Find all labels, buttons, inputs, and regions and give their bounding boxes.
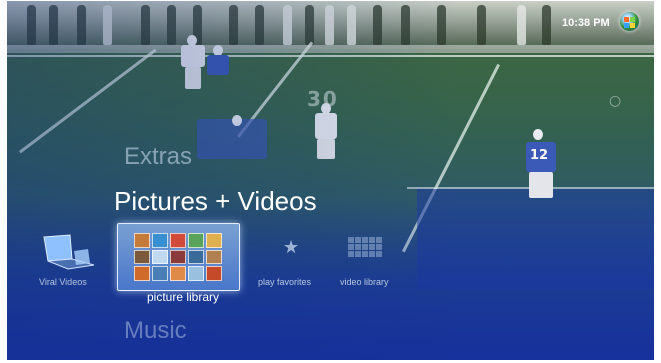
bottom-glow-overlay (7, 201, 654, 360)
menu-item-extras[interactable]: Extras (124, 143, 192, 171)
picture-library-label: picture library (147, 290, 220, 304)
picture-library-tile[interactable] (117, 223, 240, 291)
viral-videos-label: Viral Videos (39, 277, 87, 287)
video-library-label[interactable]: video library (340, 277, 389, 287)
menu-item-music[interactable]: Music (124, 317, 187, 345)
menu-item-pictures-videos[interactable]: Pictures + Videos (114, 186, 317, 217)
viral-videos-tile[interactable] (40, 233, 96, 271)
photo-grid-icon (134, 233, 222, 281)
laptop-icon (43, 234, 95, 270)
media-center-window: 30 ○ 12 10:38 PM Extras Pictures + Video… (7, 1, 654, 360)
windows-orb-icon[interactable] (620, 12, 639, 31)
video-grid-icon[interactable] (348, 237, 382, 257)
star-icon[interactable]: ★ (283, 237, 299, 258)
play-favorites-label[interactable]: play favorites (258, 277, 311, 287)
clock: 10:38 PM (562, 17, 610, 29)
